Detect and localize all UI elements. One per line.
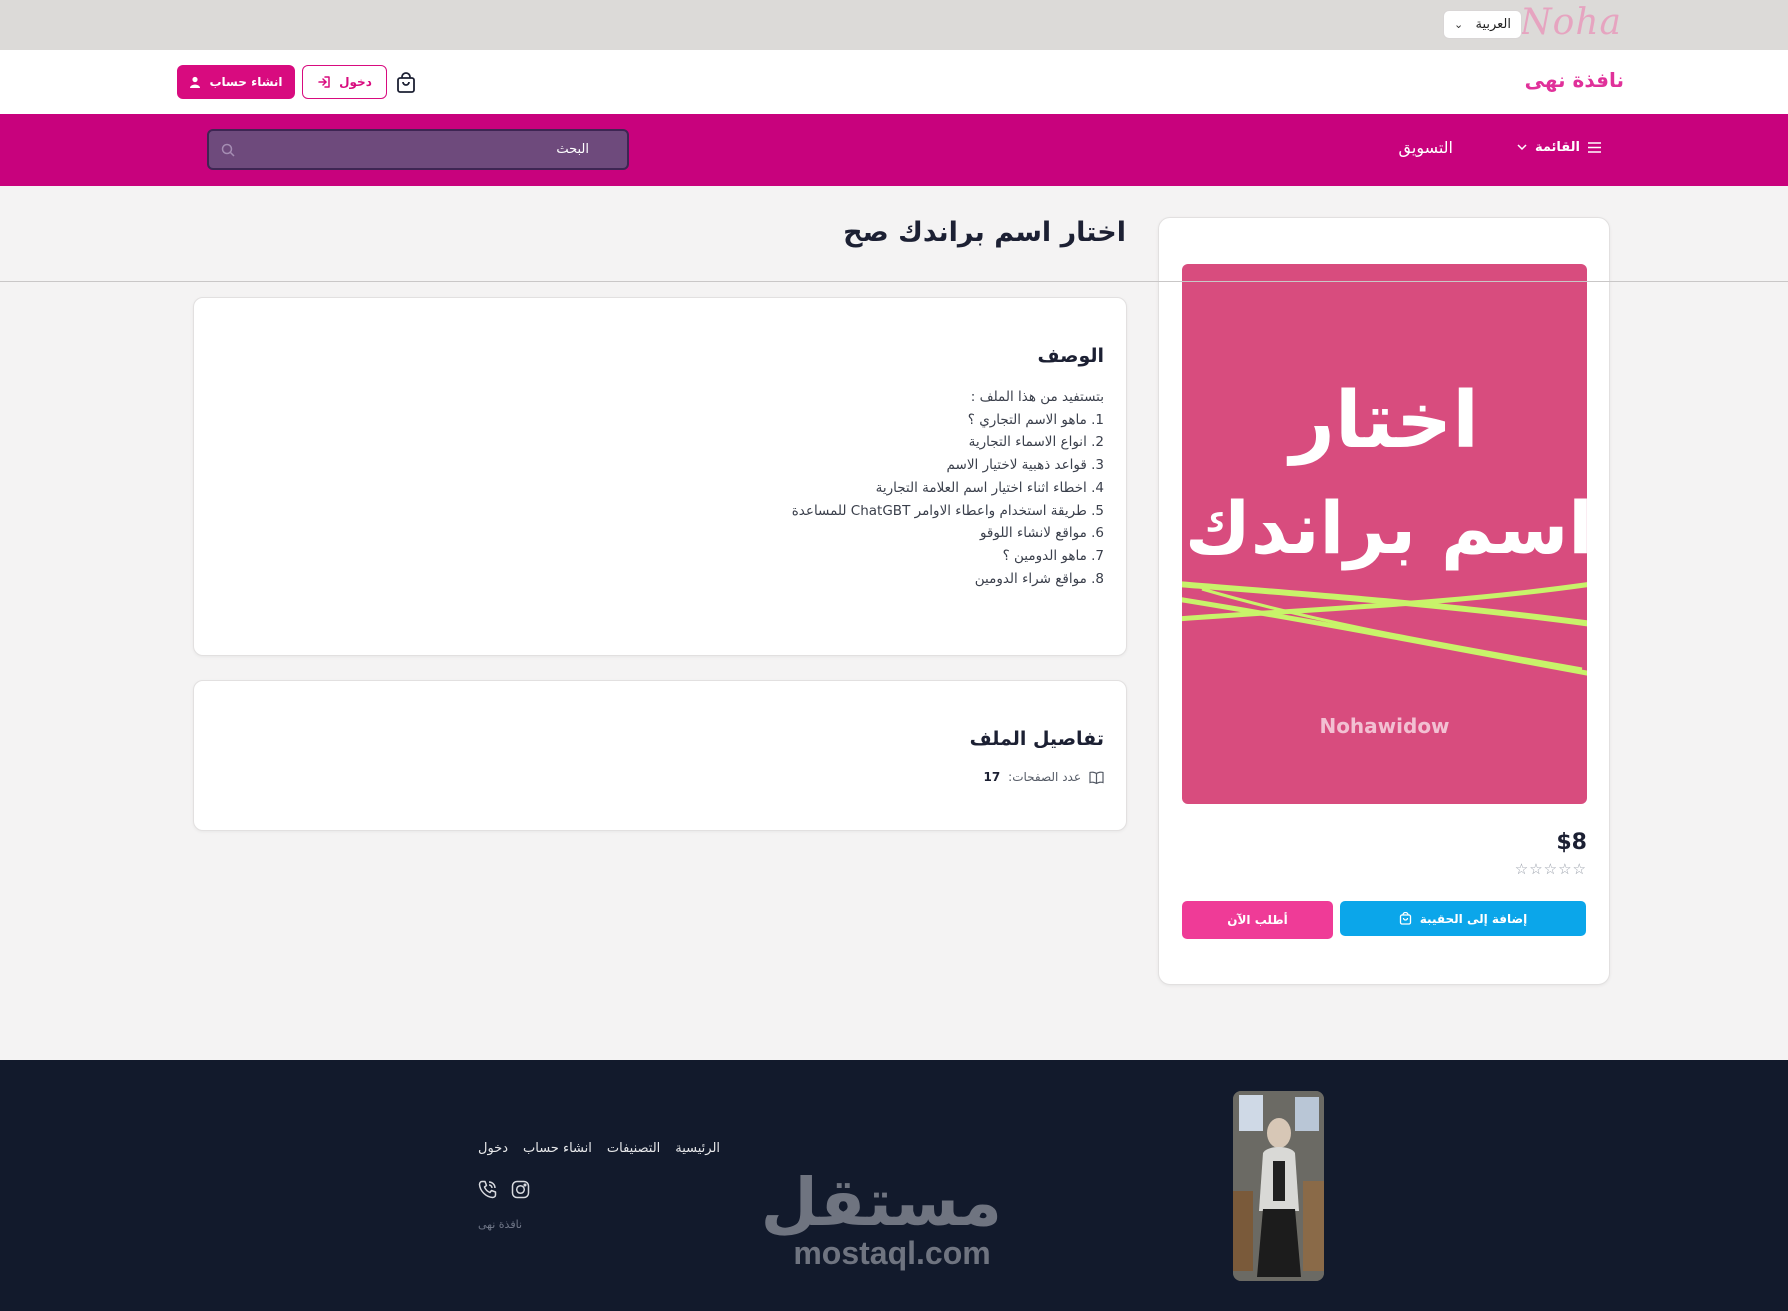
author-photo-illustration: [1233, 1091, 1324, 1281]
login-button[interactable]: دخول: [302, 65, 387, 99]
site-header: نافذة نهى انشاء حساب دخول: [0, 50, 1788, 114]
page-count-value: 17: [983, 770, 1001, 784]
product-card: اختار اسم براندك صح Nohawidow $8 ☆☆☆☆☆ إ…: [1158, 217, 1610, 985]
instagram-icon[interactable]: [511, 1180, 530, 1199]
chevron-down-icon: ⌄: [1454, 18, 1464, 31]
star-icon: ☆: [1572, 860, 1587, 878]
star-icon: ☆: [1543, 860, 1559, 878]
description-card: الوصف بتستفيد من هذا الملف : 1. ماهو الا…: [193, 297, 1127, 656]
description-line: 8. مواقع شراء الدومين: [974, 570, 1104, 587]
search-box: [207, 129, 629, 170]
page-count-row: عدد الصفحات: 17: [983, 770, 1104, 784]
footer-social-icons: [478, 1180, 530, 1199]
register-button[interactable]: انشاء حساب: [177, 65, 295, 99]
language-select[interactable]: العربية ⌄: [1443, 10, 1522, 39]
login-arrow-icon: [318, 76, 330, 88]
description-line: 7. ماهو الدومين ؟: [1002, 547, 1104, 564]
watermark-arabic: مستقل: [760, 1164, 1002, 1241]
add-to-bag-label: إضافة إلى الحقيبة: [1419, 911, 1528, 926]
shopping-bag-icon: [1399, 912, 1411, 925]
search-input[interactable]: [269, 142, 589, 157]
description-list: بتستفيد من هذا الملف : 1. ماهو الاسم الت…: [792, 386, 1104, 590]
book-icon: [1089, 771, 1104, 784]
shopping-bag-icon: [397, 72, 415, 93]
menu-toggle[interactable]: القائمة: [1517, 140, 1601, 155]
cart-button[interactable]: [393, 70, 419, 96]
phone-icon[interactable]: [478, 1180, 497, 1199]
star-icon: ☆: [1558, 860, 1573, 878]
cover-author: Nohawidow: [1319, 714, 1450, 738]
footer-link-categories[interactable]: التصنيفات: [607, 1141, 660, 1156]
menu-toggle-label: القائمة: [1534, 140, 1580, 155]
page-count-label: عدد الصفحات:: [1008, 770, 1081, 784]
star-icon: ☆: [1514, 860, 1530, 878]
chevron-down-icon: [1517, 144, 1527, 151]
description-line: 5. طريقة استخدام واعطاء الاوامر ChatGBT …: [791, 502, 1104, 519]
footer-link-register[interactable]: انشاء حساب: [523, 1141, 592, 1156]
top-bar: Noha العربية ⌄: [0, 0, 1788, 50]
file-details-heading: تفاصيل الملف: [969, 728, 1104, 750]
footer-copyright: نافذة نهى: [478, 1218, 523, 1231]
brand-script-logo: Noha: [1520, 2, 1622, 43]
description-line: 4. اخطاء اثناء اختيار اسم العلامة التجار…: [875, 479, 1104, 496]
description-line: 3. قواعد ذهبية لاختيار الاسم: [946, 457, 1104, 474]
author-photo: [1233, 1091, 1324, 1281]
register-button-label: انشاء حساب: [209, 75, 283, 89]
order-now-button[interactable]: أطلب الآن: [1182, 901, 1333, 939]
mostaql-watermark: مستقل mostaql.com: [760, 1164, 1002, 1271]
login-button-label: دخول: [339, 75, 372, 89]
footer-link-login[interactable]: دخول: [478, 1141, 508, 1156]
footer-link-home[interactable]: الرئيسية: [675, 1141, 720, 1156]
description-line: 2. انواع الاسماء التجارية: [968, 434, 1104, 451]
product-cover-image[interactable]: اختار اسم براندك صح Nohawidow: [1182, 264, 1587, 804]
rating-stars: ☆☆☆☆☆: [1515, 860, 1587, 878]
add-to-bag-button[interactable]: إضافة إلى الحقيبة: [1340, 901, 1586, 936]
footer-links: الرئيسية التصنيفات انشاء حساب دخول: [478, 1141, 720, 1156]
page-title: اختار اسم براندك صح: [843, 217, 1126, 248]
user-icon: [190, 76, 201, 88]
description-line: بتستفيد من هذا الملف :: [970, 389, 1104, 405]
nav-link-marketing[interactable]: التسويق: [1399, 138, 1453, 157]
product-price: $8: [1556, 830, 1587, 855]
hamburger-icon: [1588, 142, 1601, 153]
description-heading: الوصف: [1037, 345, 1104, 367]
star-icon: ☆: [1529, 860, 1544, 878]
language-select-label: العربية: [1475, 17, 1511, 32]
description-line: 6. مواقع لانشاء اللوقو: [979, 525, 1104, 542]
main-navbar: القائمة التسويق: [0, 114, 1788, 186]
search-icon[interactable]: [221, 143, 235, 157]
site-name-link[interactable]: نافذة نهى: [1525, 68, 1624, 92]
site-footer: الرئيسية التصنيفات انشاء حساب دخول نافذة…: [0, 1060, 1788, 1311]
file-details-card: تفاصيل الملف عدد الصفحات: 17: [193, 680, 1127, 831]
description-line: 1. ماهو الاسم التجاري ؟: [967, 411, 1104, 428]
watermark-url: mostaql.com: [793, 1235, 991, 1271]
title-divider: [0, 281, 1788, 282]
